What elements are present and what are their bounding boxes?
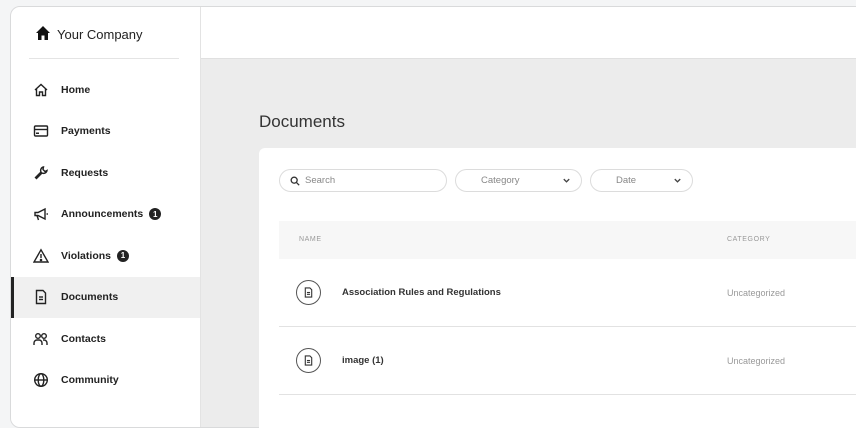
document-icon (296, 348, 321, 373)
notification-badge: 1 (116, 249, 129, 262)
sidebar-item-label: Contacts (61, 332, 106, 345)
sidebar-item-label: Violations (61, 249, 111, 262)
documents-card: Search Category Date NAME CATEGORY Assoc… (259, 148, 856, 428)
company-logo[interactable]: Your Company (35, 21, 143, 47)
search-placeholder: Search (305, 175, 336, 186)
sidebar-item-label: Announcements (61, 208, 144, 221)
column-header-name[interactable]: NAME (299, 236, 322, 243)
warning-triangle-icon (33, 248, 49, 264)
sidebar-item-label: Documents (61, 291, 119, 304)
sidebar-item-payments[interactable]: Payments (11, 111, 200, 153)
document-name[interactable]: image (1) (342, 355, 384, 366)
page-title: Documents (259, 112, 345, 131)
home-outline-icon (33, 82, 49, 98)
company-name: Your Company (57, 26, 143, 42)
notification-badge: 1 (149, 208, 162, 221)
sidebar-nav: Home Payments Requests Announcements 1 V… (11, 69, 200, 401)
table-row[interactable]: image (1) Uncategorized (279, 327, 856, 395)
column-header-category[interactable]: CATEGORY (727, 236, 770, 243)
document-name[interactable]: Association Rules and Regulations (342, 287, 501, 298)
filter-bar: Search Category Date (279, 169, 693, 192)
document-icon (33, 289, 49, 305)
category-select-label: Category (481, 175, 520, 186)
sidebar: Your Company Home Payments Requests Anno… (11, 7, 201, 427)
chevron-down-icon (674, 178, 681, 183)
document-category: Uncategorized (727, 356, 786, 366)
sidebar-item-label: Community (61, 374, 119, 387)
sidebar-item-violations[interactable]: Violations 1 (11, 235, 200, 277)
table-row[interactable]: Association Rules and Regulations Uncate… (279, 259, 856, 327)
divider (29, 58, 179, 59)
chevron-down-icon (563, 178, 570, 183)
sidebar-item-label: Requests (61, 166, 109, 179)
people-icon (33, 331, 49, 347)
sidebar-item-label: Payments (61, 125, 111, 138)
sidebar-item-community[interactable]: Community (11, 360, 200, 402)
payment-card-icon (33, 123, 49, 139)
date-select[interactable]: Date (590, 169, 693, 192)
sidebar-item-home[interactable]: Home (11, 69, 200, 111)
category-select[interactable]: Category (455, 169, 582, 192)
top-bar (201, 7, 856, 59)
wrench-icon (33, 165, 49, 181)
document-category: Uncategorized (727, 288, 786, 298)
search-input[interactable]: Search (279, 169, 447, 192)
sidebar-item-label: Home (61, 83, 91, 96)
sidebar-item-contacts[interactable]: Contacts (11, 318, 200, 360)
sidebar-item-documents[interactable]: Documents (11, 276, 200, 318)
document-icon (296, 280, 321, 305)
search-icon (290, 176, 300, 186)
house-icon (35, 25, 51, 44)
sidebar-item-requests[interactable]: Requests (11, 152, 200, 194)
globe-icon (33, 372, 49, 388)
sidebar-item-announcements[interactable]: Announcements 1 (11, 194, 200, 236)
table-header: NAME CATEGORY (279, 221, 856, 260)
megaphone-icon (33, 206, 49, 222)
date-select-label: Date (616, 175, 637, 186)
